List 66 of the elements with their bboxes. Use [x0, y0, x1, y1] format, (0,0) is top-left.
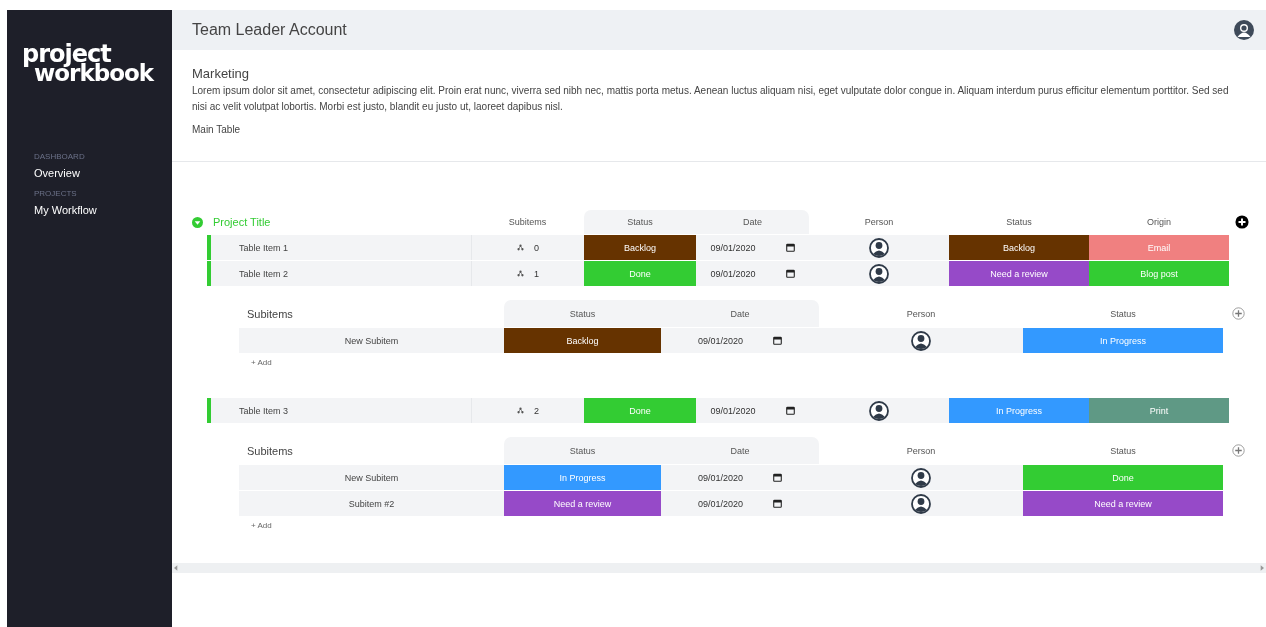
avatar-icon[interactable] [869, 237, 889, 258]
page-title: Team Leader Account [192, 21, 347, 39]
subitems-icon [517, 244, 524, 251]
status-label[interactable]: Backlog [584, 235, 696, 260]
date-field[interactable]: 09/01/2020 [661, 465, 819, 490]
status-label[interactable]: Need a review [949, 261, 1089, 286]
subitems-count-cell[interactable]: 0 [471, 235, 584, 260]
subitems-title: Subitems [246, 306, 294, 322]
group-title: Project Title [213, 216, 271, 228]
date-field[interactable]: 09/01/2020 [696, 261, 809, 286]
column-header: Status [504, 437, 661, 464]
calendar-icon [773, 336, 782, 345]
account-icon[interactable] [1234, 20, 1254, 40]
column-header: Person [905, 307, 937, 321]
date-field[interactable]: 09/01/2020 [696, 398, 809, 423]
column-header: Status [504, 300, 661, 327]
subitem-name-cell: New Subitem [239, 465, 504, 490]
item-name-cell: Table Item 3 [207, 398, 471, 423]
column-header: Status [1109, 444, 1137, 458]
avatar-icon[interactable] [911, 493, 931, 514]
calendar-icon [785, 243, 795, 252]
subitem-name-cell: Subitem #2 [239, 491, 504, 516]
subitem-name-cell: New Subitem [239, 328, 504, 353]
add-column-icon[interactable] [1235, 215, 1249, 229]
column-header: Status [1109, 307, 1137, 321]
add-subitem-link[interactable]: + Add [251, 521, 272, 530]
column-header: Subitems [507, 216, 548, 229]
subitems-count-cell[interactable]: 2 [471, 398, 584, 423]
item-name-cell: Table Item 2 [207, 261, 471, 286]
column-header: Date [661, 300, 819, 327]
column-header: Date [696, 210, 809, 234]
status-label[interactable]: Need a review [1023, 491, 1223, 516]
calendar-icon [785, 269, 795, 278]
calendar-icon [785, 406, 795, 415]
column-header: Person [863, 216, 895, 229]
column-header: Date [661, 437, 819, 464]
subitems-icon [517, 407, 524, 414]
calendar-icon [773, 473, 782, 482]
status-label[interactable]: Need a review [504, 491, 661, 516]
avatar-icon[interactable] [869, 400, 889, 421]
status-label[interactable]: Backlog [949, 235, 1089, 260]
column-header: Status [1005, 216, 1033, 229]
status-label[interactable]: Backlog [504, 328, 661, 353]
subitems-icon [517, 270, 524, 277]
nav-item[interactable]: Overview [34, 166, 80, 179]
avatar-icon[interactable] [869, 263, 889, 284]
nav-heading: PROJECTS [34, 188, 77, 198]
board-description: Lorem ipsum dolor sit amet, consectetur adipiscing elit. Proin erat nunc, viverra sed nibh nec, mattis porta metus. Aenean luctus aliquam nisi, eget vulputate dolor congue in. Aliquam interdum purus efficitur elementum porttitor. Sed sed nisi ac velit volutpat lobortis. Morbi est justo, blandit eu justo ut, laoreet dapibus nisl. [192, 84, 1230, 114]
nav-item[interactable]: My Workflow [34, 203, 97, 216]
date-field[interactable]: 09/01/2020 [696, 235, 809, 260]
date-field[interactable]: 09/01/2020 [661, 328, 819, 353]
subitems-title: Subitems [246, 443, 294, 459]
board-name: Marketing [192, 66, 250, 81]
column-header: Status [584, 210, 696, 234]
subitems-count-cell[interactable]: 1 [471, 261, 584, 286]
item-name-cell: Table Item 1 [207, 235, 471, 260]
column-header: Person [905, 444, 937, 458]
view-tab[interactable]: Main Table [192, 124, 241, 135]
logo: project workbook [21, 44, 154, 84]
avatar-icon[interactable] [911, 330, 931, 351]
calendar-icon [773, 499, 782, 508]
column-header: Origin [1146, 216, 1172, 229]
avatar-icon[interactable] [911, 467, 931, 488]
nav-heading: DASHBOARD [34, 151, 85, 161]
add-subitem-link[interactable]: + Add [251, 358, 272, 367]
date-field[interactable]: 09/01/2020 [661, 491, 819, 516]
